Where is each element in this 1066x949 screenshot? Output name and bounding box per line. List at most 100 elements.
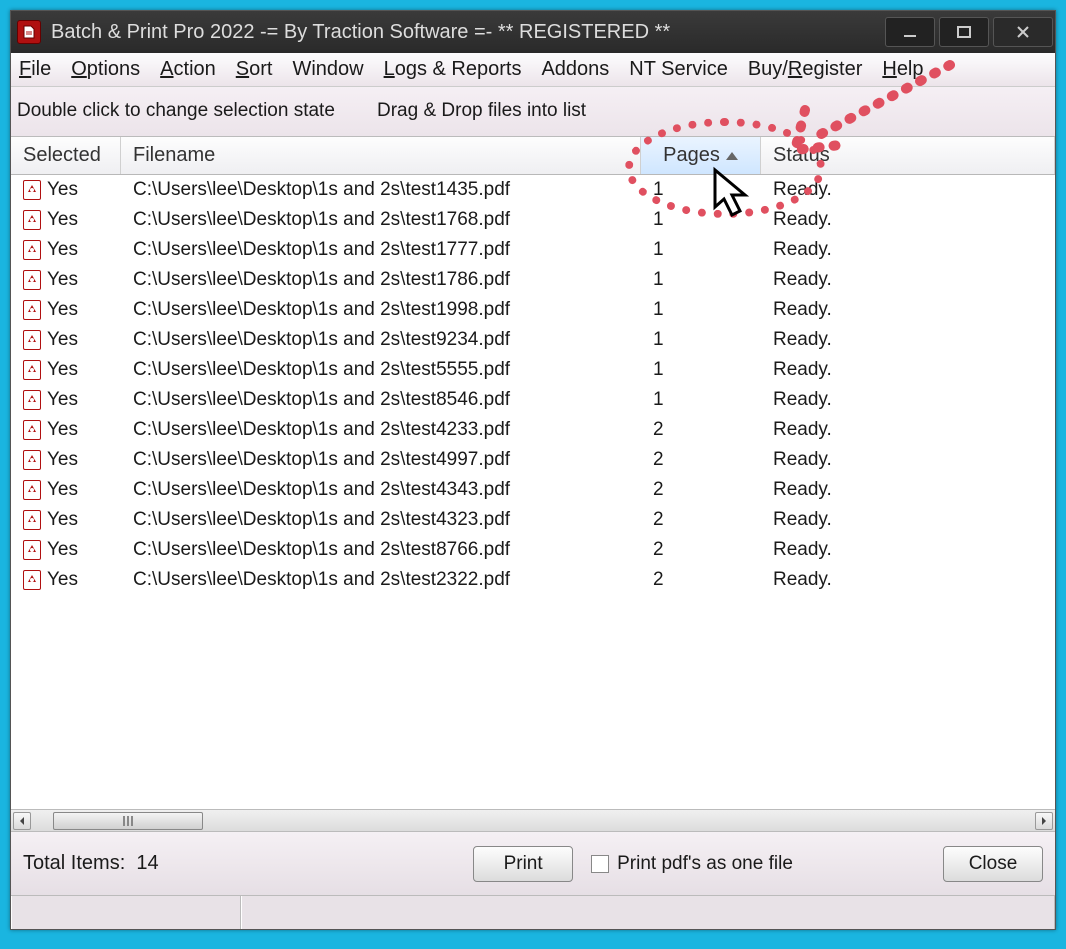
pdf-icon [23, 570, 41, 590]
cell-selected: Yes [11, 509, 121, 531]
selected-value: Yes [47, 539, 78, 561]
print-button[interactable]: Print [473, 846, 573, 882]
status-bar [11, 895, 1055, 929]
cell-filename: C:\Users\lee\Desktop\1s and 2s\test5555.… [121, 359, 641, 381]
column-selected[interactable]: Selected [11, 137, 121, 174]
table-row[interactable]: Yes C:\Users\lee\Desktop\1s and 2s\test55… [11, 355, 1055, 385]
file-list: Selected Filename Pages Status YesC:\Use… [11, 137, 1055, 831]
cell-pages: 2 [641, 419, 761, 441]
table-row[interactable]: Yes C:\Users\lee\Desktop\1s and 2s\test23… [11, 565, 1055, 595]
window-title: Batch & Print Pro 2022 -= By Traction So… [51, 21, 883, 44]
menu-sort[interactable]: Sort [236, 58, 273, 81]
info-bar: Double click to change selection state D… [11, 87, 1055, 137]
table-row[interactable]: YesC:\Users\lee\Desktop\1s and 2s\test17… [11, 265, 1055, 295]
list-body[interactable]: YesC:\Users\lee\Desktop\1s and 2s\test14… [11, 175, 1055, 809]
table-row[interactable]: YesC:\Users\lee\Desktop\1s and 2s\test43… [11, 505, 1055, 535]
footer-bar: Total Items: 14 Print Print pdf's as one… [11, 831, 1055, 895]
print-as-one-checkbox[interactable]: Print pdf's as one file [591, 853, 793, 875]
cell-filename: C:\Users\lee\Desktop\1s and 2s\test2322.… [121, 569, 641, 591]
scroll-track[interactable] [33, 812, 1033, 830]
maximize-button[interactable] [939, 17, 989, 47]
selected-value: Yes [47, 509, 78, 531]
cell-pages: 1 [641, 299, 761, 321]
selected-value: Yes [47, 239, 78, 261]
pdf-icon [23, 450, 41, 470]
cell-pages: 2 [641, 449, 761, 471]
menu-nt-service[interactable]: NT Service [629, 58, 728, 81]
cell-filename: C:\Users\lee\Desktop\1s and 2s\test8766.… [121, 539, 641, 561]
cell-pages: 1 [641, 329, 761, 351]
titlebar[interactable]: Batch & Print Pro 2022 -= By Traction So… [11, 11, 1055, 53]
cell-filename: C:\Users\lee\Desktop\1s and 2s\test1768.… [121, 209, 641, 231]
cell-filename: C:\Users\lee\Desktop\1s and 2s\test4233.… [121, 419, 641, 441]
pdf-icon [23, 210, 41, 230]
selected-value: Yes [47, 419, 78, 441]
selected-value: Yes [47, 479, 78, 501]
cell-selected: Yes [11, 359, 121, 381]
cell-filename: C:\Users\lee\Desktop\1s and 2s\test8546.… [121, 389, 641, 411]
cell-selected: Yes [11, 179, 121, 201]
table-row[interactable]: Yes C:\Users\lee\Desktop\1s and 2s\test17… [11, 205, 1055, 235]
menu-file[interactable]: File [19, 58, 51, 81]
cell-selected: Yes [11, 539, 121, 561]
selected-value: Yes [47, 389, 78, 411]
cell-pages: 1 [641, 269, 761, 291]
cell-status: Ready. [761, 209, 1055, 231]
selection-hint: Double click to change selection state [17, 100, 367, 122]
column-status[interactable]: Status [761, 137, 1055, 174]
pdf-icon [23, 180, 41, 200]
scroll-left-button[interactable] [13, 812, 31, 830]
cell-selected: Yes [11, 269, 121, 291]
table-row[interactable]: Yes C:\Users\lee\Desktop\1s and 2s\test43… [11, 475, 1055, 505]
cell-filename: C:\Users\lee\Desktop\1s and 2s\test4343.… [121, 479, 641, 501]
table-row[interactable]: YesC:\Users\lee\Desktop\1s and 2s\test17… [11, 235, 1055, 265]
table-row[interactable]: YesC:\Users\lee\Desktop\1s and 2s\test49… [11, 445, 1055, 475]
table-row[interactable]: Yes C:\Users\lee\Desktop\1s and 2s\test87… [11, 535, 1055, 565]
table-row[interactable]: Yes C:\Users\lee\Desktop\1s and 2s\test85… [11, 385, 1055, 415]
pdf-icon [23, 330, 41, 350]
cell-status: Ready. [761, 359, 1055, 381]
checkbox-icon [591, 855, 609, 873]
selected-value: Yes [47, 329, 78, 351]
cell-selected: Yes [11, 569, 121, 591]
total-items-label: Total Items: 14 [23, 852, 323, 875]
table-row[interactable]: YesC:\Users\lee\Desktop\1s and 2s\test92… [11, 325, 1055, 355]
table-row[interactable]: YesC:\Users\lee\Desktop\1s and 2s\test19… [11, 295, 1055, 325]
minimize-button[interactable] [885, 17, 935, 47]
drop-hint: Drag & Drop files into list [367, 100, 1049, 122]
column-filename[interactable]: Filename [121, 137, 641, 174]
cell-filename: C:\Users\lee\Desktop\1s and 2s\test1786.… [121, 269, 641, 291]
pdf-icon [23, 240, 41, 260]
menu-help[interactable]: Help [882, 58, 923, 81]
scroll-right-button[interactable] [1035, 812, 1053, 830]
close-window-button[interactable] [993, 17, 1053, 47]
cell-selected: Yes [11, 299, 121, 321]
app-window: Batch & Print Pro 2022 -= By Traction So… [10, 10, 1056, 930]
table-row[interactable]: Yes C:\Users\lee\Desktop\1s and 2s\test42… [11, 415, 1055, 445]
table-row[interactable]: YesC:\Users\lee\Desktop\1s and 2s\test14… [11, 175, 1055, 205]
status-pane-2 [241, 896, 1055, 929]
menu-buy-register[interactable]: Buy/Register [748, 58, 863, 81]
selected-value: Yes [47, 569, 78, 591]
selected-value: Yes [47, 209, 78, 231]
scroll-thumb[interactable] [53, 812, 203, 830]
cell-pages: 2 [641, 569, 761, 591]
menu-options[interactable]: Options [71, 58, 140, 81]
selected-value: Yes [47, 359, 78, 381]
horizontal-scrollbar[interactable] [11, 809, 1055, 831]
app-icon [17, 20, 41, 44]
menu-logs-reports[interactable]: Logs & Reports [384, 58, 522, 81]
pdf-icon [23, 510, 41, 530]
column-pages[interactable]: Pages [641, 137, 761, 174]
pdf-icon [23, 390, 41, 410]
pdf-icon [23, 420, 41, 440]
menu-action[interactable]: Action [160, 58, 216, 81]
menu-window[interactable]: Window [292, 58, 363, 81]
pdf-icon [23, 360, 41, 380]
cell-pages: 1 [641, 179, 761, 201]
cell-selected: Yes [11, 449, 121, 471]
menu-addons[interactable]: Addons [541, 58, 609, 81]
cell-status: Ready. [761, 569, 1055, 591]
close-button[interactable]: Close [943, 846, 1043, 882]
menubar: File Options Action Sort Window Logs & Report… [11, 53, 1055, 87]
